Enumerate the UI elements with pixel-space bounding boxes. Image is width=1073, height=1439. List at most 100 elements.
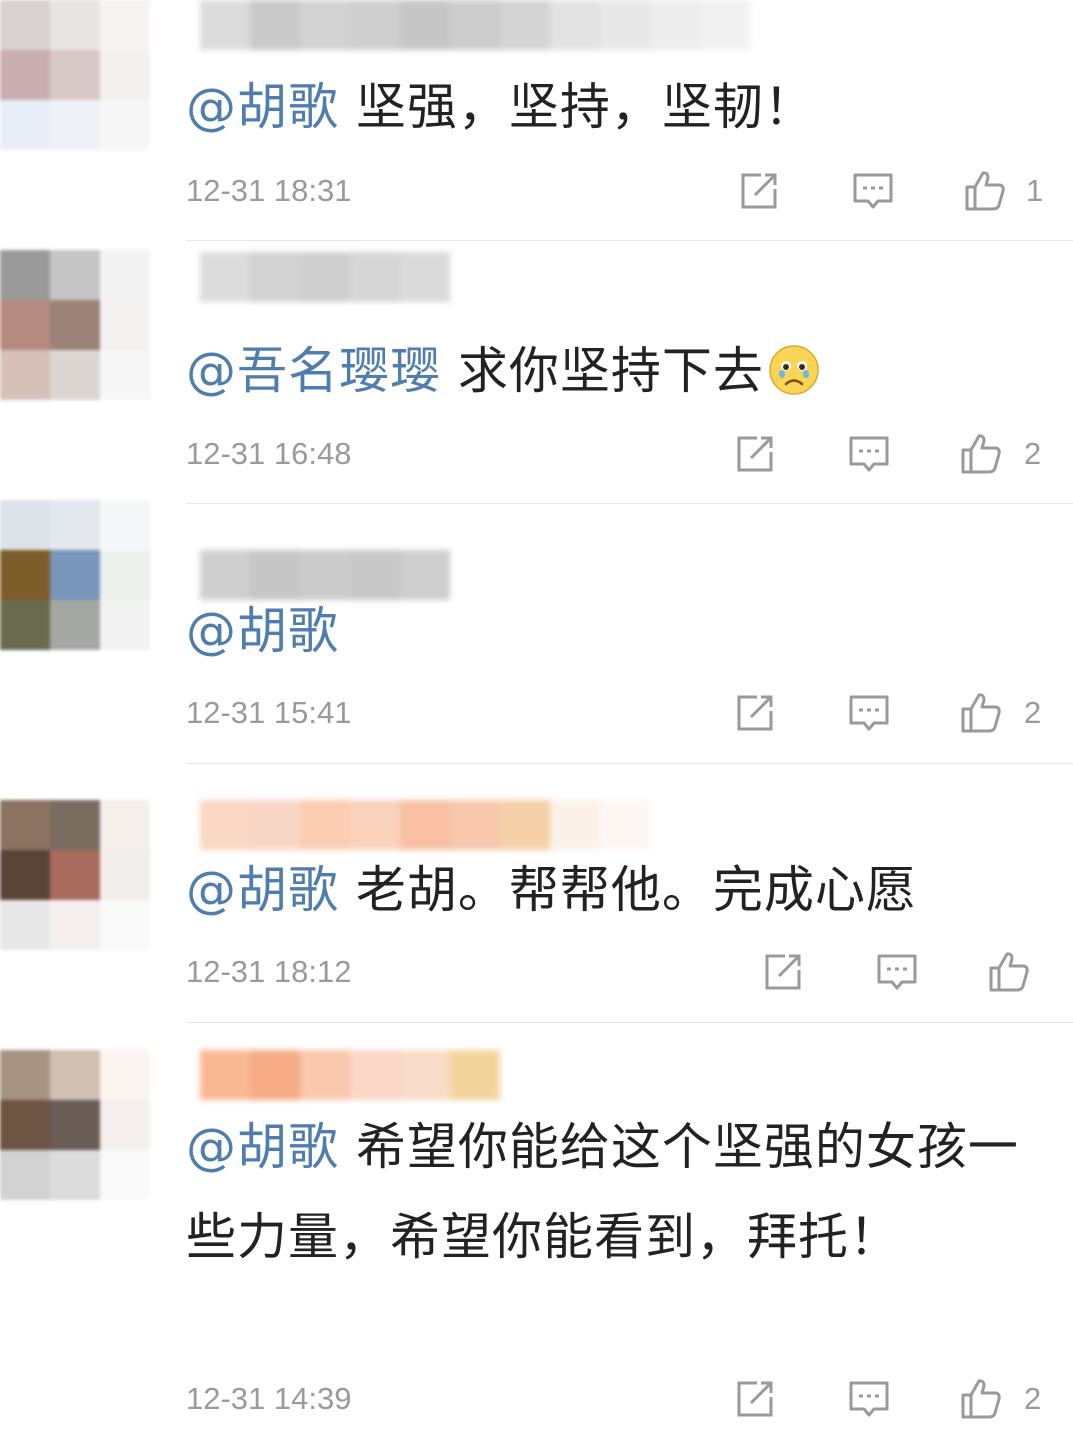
- avatar[interactable]: [0, 250, 150, 400]
- timestamp: 12-31 15:41: [186, 695, 352, 730]
- username-pixel: [250, 800, 300, 850]
- mention-link[interactable]: @胡歌: [186, 602, 339, 660]
- username-pixel: [400, 1050, 450, 1100]
- avatar-pixel: [0, 250, 50, 300]
- username-pixel: [400, 252, 450, 302]
- username-pixel: [200, 1050, 250, 1100]
- avatar-pixel: [50, 800, 100, 850]
- username-blurred[interactable]: [200, 1050, 500, 1100]
- like-count: 2: [1024, 1381, 1042, 1416]
- username-pixel: [250, 0, 300, 50]
- avatar-pixel: [100, 550, 150, 600]
- avatar-pixel: [100, 1050, 150, 1100]
- mention-link[interactable]: @胡歌: [186, 78, 339, 136]
- divider: [186, 240, 1073, 241]
- comment-icon[interactable]: [847, 432, 891, 476]
- avatar-pixel: [100, 350, 150, 400]
- username-pixel: [300, 0, 350, 50]
- avatar-pixel: [100, 1150, 150, 1200]
- divider: [186, 1022, 1073, 1023]
- comment-body: 坚强，坚持，坚韧！: [339, 78, 815, 136]
- username-pixel: [200, 0, 250, 50]
- share-icon[interactable]: [733, 432, 777, 476]
- comment-item: @胡歌 老胡。帮帮他。完成心愿 12-31 18:12: [0, 750, 1073, 1025]
- like-count: 1: [1026, 173, 1044, 208]
- avatar-pixel: [100, 900, 150, 950]
- comment-body: 老胡。帮帮他。完成心愿: [339, 861, 917, 919]
- username-pixel: [350, 800, 400, 850]
- comment-item: @胡歌 希望你能给这个坚强的女孩一些力量，希望你能看到，拜托！ 12-31 14…: [0, 1050, 1073, 1439]
- avatar-pixel: [0, 600, 50, 650]
- avatar[interactable]: [0, 800, 150, 950]
- username-pixel: [450, 1050, 500, 1100]
- avatar-pixel: [100, 600, 150, 650]
- avatar-pixel: [0, 800, 50, 850]
- avatar-pixel: [100, 1100, 150, 1150]
- username-pixel: [450, 800, 500, 850]
- timestamp: 12-31 14:39: [186, 1381, 352, 1416]
- avatar-pixel: [100, 50, 150, 100]
- avatar-pixel: [0, 550, 50, 600]
- username-pixel: [250, 252, 300, 302]
- mention-link[interactable]: @胡歌: [186, 861, 339, 919]
- thumbs-up-icon[interactable]: [959, 1377, 1003, 1421]
- share-icon[interactable]: [733, 691, 777, 735]
- mention-link[interactable]: @吾名璎璎: [186, 342, 441, 400]
- avatar-pixel: [50, 50, 100, 100]
- avatar-pixel: [100, 0, 150, 50]
- comment-icon[interactable]: [851, 169, 895, 213]
- mention-link[interactable]: @胡歌: [186, 1118, 339, 1176]
- username-blurred[interactable]: [200, 0, 750, 50]
- avatar-pixel: [0, 850, 50, 900]
- share-icon[interactable]: [733, 1377, 777, 1421]
- username-pixel: [300, 800, 350, 850]
- avatar-pixel: [0, 0, 50, 50]
- like-count: 2: [1024, 436, 1042, 471]
- avatar-pixel: [100, 300, 150, 350]
- avatar[interactable]: [0, 500, 150, 650]
- username-pixel: [450, 0, 500, 50]
- username-pixel: [250, 1050, 300, 1100]
- avatar[interactable]: [0, 1050, 150, 1200]
- comment-icon[interactable]: [875, 950, 919, 994]
- avatar-pixel: [50, 250, 100, 300]
- username-blurred[interactable]: [200, 252, 450, 302]
- username-pixel: [600, 800, 650, 850]
- comment-text: @胡歌 坚强，坚持，坚韧！: [186, 62, 1036, 152]
- username-blurred[interactable]: [200, 800, 650, 850]
- username-pixel: [500, 0, 550, 50]
- username-pixel: [550, 0, 600, 50]
- avatar-pixel: [50, 500, 100, 550]
- comment-item: @胡歌 12-31 15:41 2: [0, 500, 1073, 765]
- avatar-pixel: [50, 300, 100, 350]
- username-pixel: [700, 0, 750, 50]
- avatar-pixel: [100, 800, 150, 850]
- comment-icon[interactable]: [847, 1377, 891, 1421]
- comment-item: @吾名璎璎 求你坚持下去 12-31 16:48 2: [0, 250, 1073, 505]
- share-icon[interactable]: [761, 950, 805, 994]
- username-pixel: [500, 800, 550, 850]
- crying-face-emoji: [769, 345, 819, 395]
- like-count: 2: [1024, 695, 1042, 730]
- avatar-pixel: [50, 0, 100, 50]
- thumbs-up-icon[interactable]: [959, 432, 1003, 476]
- avatar-pixel: [50, 100, 100, 150]
- username-pixel: [350, 1050, 400, 1100]
- avatar-pixel: [50, 350, 100, 400]
- thumbs-up-icon[interactable]: [959, 691, 1003, 735]
- avatar-pixel: [0, 1100, 50, 1150]
- thumbs-up-icon[interactable]: [987, 950, 1031, 994]
- timestamp: 12-31 18:12: [186, 954, 352, 989]
- comment-icon[interactable]: [847, 691, 891, 735]
- timestamp: 12-31 16:48: [186, 436, 352, 471]
- username-pixel: [400, 800, 450, 850]
- share-icon[interactable]: [737, 169, 781, 213]
- username-pixel: [350, 252, 400, 302]
- avatar-pixel: [100, 100, 150, 150]
- avatar[interactable]: [0, 0, 150, 150]
- username-pixel: [400, 0, 450, 50]
- username-pixel: [600, 0, 650, 50]
- username-pixel: [200, 252, 250, 302]
- avatar-pixel: [0, 1150, 50, 1200]
- thumbs-up-icon[interactable]: [963, 169, 1007, 213]
